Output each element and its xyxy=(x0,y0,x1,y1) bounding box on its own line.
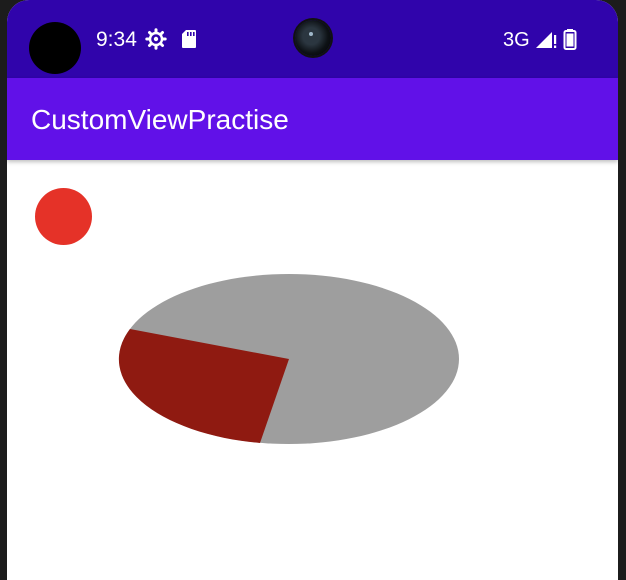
settings-gear-icon xyxy=(145,28,167,50)
sd-card-icon xyxy=(182,30,196,48)
battery-icon xyxy=(563,29,577,50)
pie-chart xyxy=(118,274,459,444)
custom-view-content xyxy=(7,160,618,580)
device-screen: 9:34 3G CustomViewPractise xyxy=(7,0,618,580)
status-bar: 9:34 3G xyxy=(7,0,618,78)
red-circle xyxy=(35,188,92,245)
network-type: 3G xyxy=(503,29,530,51)
front-camera xyxy=(295,20,331,56)
display-cutout xyxy=(29,22,81,74)
status-time: 9:34 xyxy=(96,28,137,51)
app-bar: CustomViewPractise xyxy=(7,78,618,160)
signal-icon xyxy=(536,32,557,48)
app-title: CustomViewPractise xyxy=(31,104,289,135)
